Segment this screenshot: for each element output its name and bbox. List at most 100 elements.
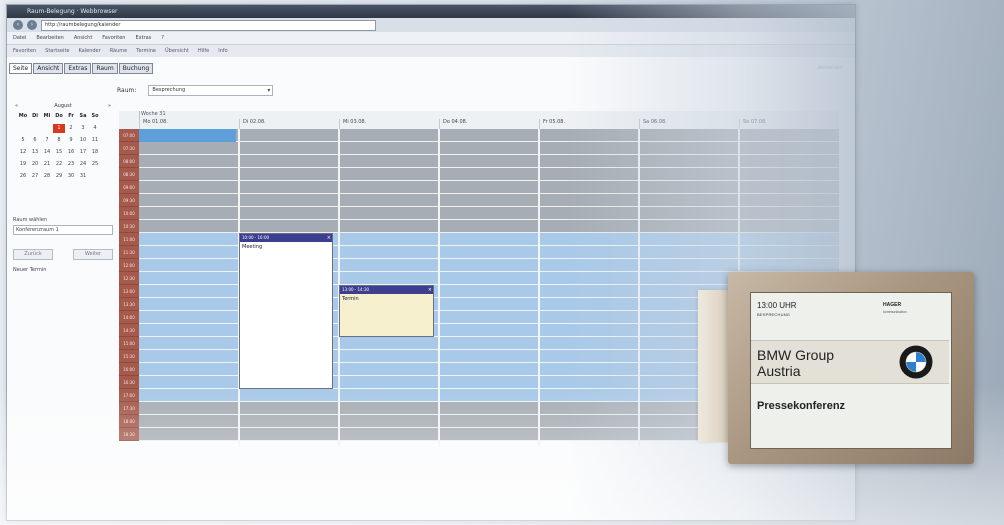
- menu-item[interactable]: Extras: [135, 35, 151, 41]
- time-label: 08:00: [119, 155, 139, 168]
- day-header[interactable]: Do 04.08.: [439, 119, 539, 129]
- mini-calendar-day[interactable]: 23: [65, 160, 77, 169]
- time-label: 17:00: [119, 389, 139, 402]
- selected-slot[interactable]: [139, 129, 236, 142]
- close-icon[interactable]: ×: [327, 234, 331, 242]
- mini-calendar-day[interactable]: 19: [17, 160, 29, 169]
- bookmark-item[interactable]: Favoriten: [13, 48, 36, 54]
- address-bar[interactable]: http://raumbelegung/kalender: [41, 19, 376, 31]
- mini-calendar-day[interactable]: 30: [65, 172, 77, 181]
- time-slot-row[interactable]: [139, 129, 839, 142]
- mini-calendar-day[interactable]: 1: [53, 124, 65, 133]
- mini-calendar-day[interactable]: 17: [77, 148, 89, 157]
- mini-calendar-day[interactable]: 24: [77, 160, 89, 169]
- room-filter-label: Raum wählen: [13, 217, 48, 223]
- new-appointment-link[interactable]: Neuer Termin: [13, 267, 113, 273]
- mini-calendar-day[interactable]: 14: [41, 148, 53, 157]
- mini-calendar-day[interactable]: 29: [53, 172, 65, 181]
- time-slot-row[interactable]: [139, 168, 839, 181]
- device-time-sub: BESPRECHUNG: [757, 312, 791, 317]
- mini-calendar-day[interactable]: 4: [89, 124, 101, 133]
- time-label: 08:30: [119, 168, 139, 181]
- menu-item[interactable]: Favoriten: [102, 35, 125, 41]
- tab[interactable]: Ansicht: [33, 63, 64, 74]
- close-icon[interactable]: ×: [428, 286, 432, 294]
- bookmark-item[interactable]: Termine: [136, 48, 156, 54]
- mini-calendar: « August » Mo Di Mi Do Fr Sa So 1 2 3 4 5 6 7 8 9 10 11 12…: [11, 103, 115, 181]
- device-logo-sub: kommunikation: [883, 310, 907, 314]
- bookmark-item[interactable]: Räume: [110, 48, 128, 54]
- mini-calendar-day[interactable]: 15: [53, 148, 65, 157]
- menu-item[interactable]: Datei: [13, 35, 26, 41]
- mini-calendar-day[interactable]: 18: [89, 148, 101, 157]
- time-slot-row[interactable]: [139, 155, 839, 168]
- time-slot-row[interactable]: [139, 181, 839, 194]
- mini-calendar-day[interactable]: 16: [65, 148, 77, 157]
- logout-link[interactable]: Abmelden: [818, 65, 843, 71]
- mini-calendar-day[interactable]: 8: [53, 136, 65, 145]
- day-divider: [638, 129, 640, 447]
- mini-calendar-day[interactable]: 9: [65, 136, 77, 145]
- room-filter-select[interactable]: Konferenzraum 1: [13, 225, 113, 235]
- time-slot-row[interactable]: [139, 220, 839, 233]
- mini-calendar-weekday: Mi: [43, 113, 51, 119]
- time-label: 09:30: [119, 194, 139, 207]
- back-button[interactable]: ‹: [13, 20, 23, 30]
- time-slot-row[interactable]: [139, 142, 839, 155]
- appointment-title: 10:00 - 16:00: [242, 235, 270, 240]
- mini-calendar-day[interactable]: 20: [29, 160, 41, 169]
- calendar-header: Woche 31 Mo 01.08. Di 02.08. Mi 03.08. Do 0…: [119, 111, 839, 130]
- bookmark-item[interactable]: Info: [218, 48, 227, 54]
- bookmark-item[interactable]: Startseite: [45, 48, 69, 54]
- appointment[interactable]: 13:00 - 14:30 × Termin: [339, 285, 434, 337]
- day-header[interactable]: Mi 03.08.: [339, 119, 439, 129]
- bookmark-item[interactable]: Hilfe: [198, 48, 209, 54]
- mini-calendar-day[interactable]: 2: [65, 124, 77, 133]
- mini-calendar-day[interactable]: 26: [17, 172, 29, 181]
- mini-calendar-day: [41, 124, 53, 133]
- menu-item[interactable]: ?: [161, 35, 164, 41]
- mini-calendar-day[interactable]: 7: [41, 136, 53, 145]
- tab[interactable]: Extras: [64, 63, 92, 74]
- mini-calendar-day[interactable]: 5: [17, 136, 29, 145]
- prev-week-button[interactable]: Zurück: [13, 249, 53, 260]
- room-sign-device: 13:00 UHR BESPRECHUNG HAGER kommunikatio…: [728, 272, 974, 464]
- bookmark-item[interactable]: Übersicht: [165, 48, 189, 54]
- menu-item[interactable]: Ansicht: [74, 35, 92, 41]
- day-header[interactable]: Di 02.08.: [239, 119, 339, 129]
- tab[interactable]: Buchung: [118, 63, 154, 74]
- mini-calendar-day[interactable]: 31: [77, 172, 89, 181]
- mini-calendar-day[interactable]: 28: [41, 172, 53, 181]
- room-sign-screen: 13:00 UHR BESPRECHUNG HAGER kommunikatio…: [750, 292, 952, 449]
- next-week-button[interactable]: Weiter: [73, 249, 113, 260]
- time-slot-row[interactable]: [139, 207, 839, 220]
- mini-calendar-day[interactable]: 27: [29, 172, 41, 181]
- appointment[interactable]: 10:00 - 16:00 × Meeting: [239, 233, 333, 389]
- day-header[interactable]: Mo 01.08.: [139, 119, 239, 129]
- mini-calendar-next[interactable]: »: [108, 103, 111, 109]
- tab[interactable]: Raum: [92, 63, 118, 74]
- mini-calendar-day[interactable]: 12: [17, 148, 29, 157]
- menu-item[interactable]: Bearbeiten: [36, 35, 63, 41]
- mini-calendar-day[interactable]: 11: [89, 136, 101, 145]
- time-label: 10:00: [119, 207, 139, 220]
- mini-calendar-day[interactable]: 10: [77, 136, 89, 145]
- time-label: 07:30: [119, 142, 139, 155]
- mini-calendar-day[interactable]: 3: [77, 124, 89, 133]
- mini-calendar-day[interactable]: 22: [53, 160, 65, 169]
- mini-calendar-prev[interactable]: «: [15, 103, 18, 109]
- time-label: 15:00: [119, 337, 139, 350]
- appointment-body: Termin: [342, 296, 359, 302]
- mini-calendar-day[interactable]: 25: [89, 160, 101, 169]
- time-slot-row[interactable]: [139, 194, 839, 207]
- forward-button[interactable]: ›: [27, 20, 37, 30]
- mini-calendar-day[interactable]: 21: [41, 160, 53, 169]
- day-header[interactable]: Sa 06.08.: [639, 119, 739, 129]
- room-select[interactable]: Besprechung: [148, 85, 274, 96]
- mini-calendar-day[interactable]: 6: [29, 136, 41, 145]
- bookmark-item[interactable]: Kalender: [78, 48, 100, 54]
- tab[interactable]: Seite: [9, 63, 33, 74]
- day-header[interactable]: Fr 05.08.: [539, 119, 639, 129]
- day-header[interactable]: So 07.08.: [739, 119, 839, 129]
- mini-calendar-day[interactable]: 13: [29, 148, 41, 157]
